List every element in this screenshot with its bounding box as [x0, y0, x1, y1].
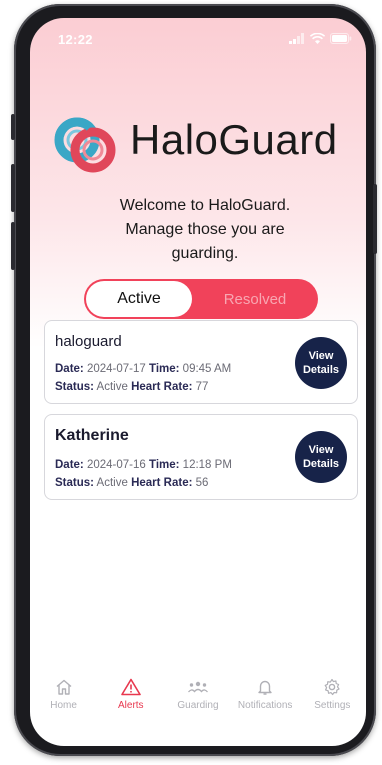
status-label: Status:: [55, 477, 94, 489]
status-bar: 12:22: [30, 18, 366, 62]
alert-datetime: Date: 2024-07-17 Time: 09:45 AM: [55, 363, 231, 375]
bell-icon: [258, 680, 272, 695]
brand-header: HaloGuard: [50, 110, 350, 180]
status-icons: [289, 32, 352, 44]
heart-rate-label: Heart Rate:: [131, 381, 193, 393]
alert-card[interactable]: haloguard Date: 2024-07-17 Time: 09:45 A…: [44, 320, 358, 404]
bottom-tab-bar: Home Alerts Guarding Notifications Setti…: [30, 670, 366, 732]
alert-datetime: Date: 2024-07-16 Time: 12:18 PM: [55, 459, 232, 471]
time-label: Time:: [149, 459, 180, 471]
tab-guarding-label: Guarding: [177, 700, 219, 711]
date-label: Date:: [55, 363, 84, 375]
status-label: Status:: [55, 381, 94, 393]
tab-alerts-label: Alerts: [118, 700, 144, 711]
view-details-line2: Details: [302, 364, 340, 376]
gear-icon: [324, 678, 340, 696]
time-value: 12:18 PM: [182, 459, 232, 471]
view-details-line2: Details: [302, 458, 340, 470]
tab-settings-label: Settings: [314, 700, 351, 711]
tab-active[interactable]: Active: [86, 281, 192, 317]
status-toggle: Active Resolved: [84, 279, 318, 319]
heart-rate-value: 77: [195, 381, 209, 393]
heart-rate-value: 56: [195, 477, 209, 489]
wifi-icon: [310, 32, 325, 44]
battery-icon: [330, 32, 352, 44]
tab-home-label: Home: [50, 700, 77, 711]
status-time: 12:22: [58, 32, 93, 47]
tab-guarding[interactable]: Guarding: [165, 670, 231, 711]
volume-up-button: [11, 164, 15, 212]
view-details-button[interactable]: View Details: [295, 337, 347, 389]
app-title: HaloGuard: [130, 116, 338, 163]
view-details-line1: View: [308, 350, 334, 362]
tab-notifications-label: Notifications: [237, 700, 293, 711]
date-label: Date:: [55, 459, 84, 471]
volume-down-button: [11, 222, 15, 270]
time-value: 09:45 AM: [182, 363, 232, 375]
tab-notifications[interactable]: Notifications: [232, 670, 298, 711]
status-value: Active: [96, 477, 128, 489]
tab-settings[interactable]: Settings: [299, 670, 365, 711]
tab-alerts[interactable]: Alerts: [98, 670, 164, 711]
alert-card[interactable]: Katherine Date: 2024-07-16 Time: 12:18 P…: [44, 414, 358, 500]
status-value: Active: [96, 381, 128, 393]
silent-switch: [11, 114, 15, 140]
alert-status: Status: Active Heart Rate: 56: [55, 477, 208, 489]
alert-status: Status: Active Heart Rate: 77: [55, 381, 208, 393]
app-screen: 12:22 HaloGuard Welcome to HaloGuard. Ma…: [30, 18, 366, 746]
welcome-message: Welcome to HaloGuard. Manage those you a…: [119, 197, 291, 262]
heart-rate-label: Heart Rate:: [131, 477, 193, 489]
guarded-person-name: haloguard: [55, 333, 122, 350]
tab-home[interactable]: Home: [31, 670, 97, 711]
haloguard-logo-icon: [54, 117, 116, 173]
view-details-line1: View: [308, 444, 334, 456]
signal-icon: [289, 32, 304, 44]
date-value: 2024-07-17: [86, 363, 146, 375]
date-value: 2024-07-16: [86, 459, 146, 471]
view-details-button[interactable]: View Details: [295, 431, 347, 483]
power-button: [373, 184, 377, 254]
guarded-person-name: Katherine: [55, 427, 129, 444]
group-icon: [187, 681, 208, 693]
home-icon: [56, 679, 72, 695]
warning-icon: [120, 678, 141, 696]
time-label: Time:: [149, 363, 180, 375]
tab-resolved[interactable]: Resolved: [194, 281, 316, 317]
